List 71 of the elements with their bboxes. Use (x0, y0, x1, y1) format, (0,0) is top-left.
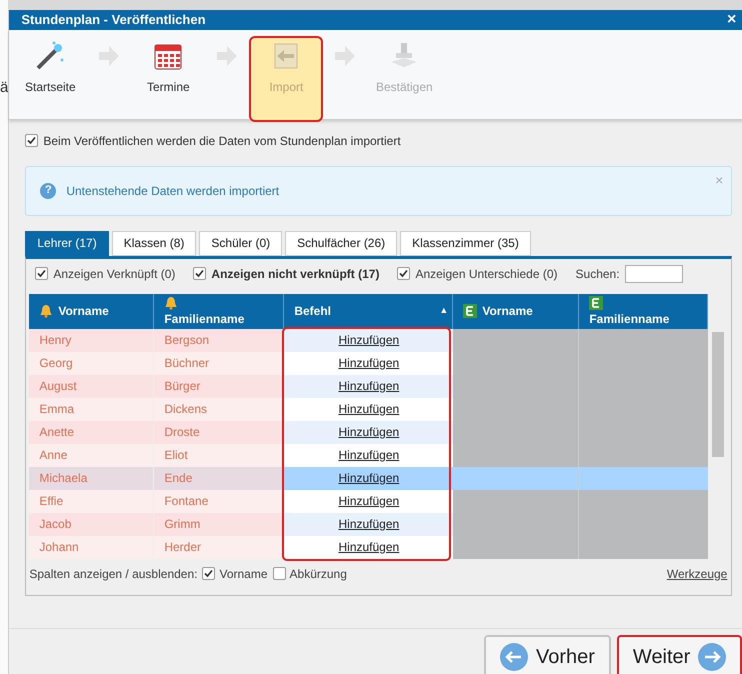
table-cell: Anne (29, 444, 154, 466)
bell-icon (39, 304, 54, 318)
checkbox[interactable] (193, 267, 206, 280)
table-cell: Fontane (154, 490, 284, 512)
table-cell: Effie (29, 490, 154, 512)
table-cell: Herder (154, 536, 284, 558)
table-row[interactable]: Johann Herder Hinzufügen (29, 536, 708, 558)
table-e-icon (589, 296, 604, 310)
table-row[interactable]: Anette Droste Hinzufügen (29, 420, 708, 444)
arrow-right-icon (97, 44, 122, 68)
checkbox[interactable] (397, 267, 410, 280)
table-cell: Grimm (154, 512, 284, 536)
option-label: Abkürzung (290, 566, 347, 582)
tab[interactable]: Klassenzimmer (35) (400, 230, 531, 256)
checkbox[interactable] (35, 267, 48, 280)
table-cell: Dickens (154, 398, 284, 420)
table-row[interactable]: Jacob Grimm Hinzufügen (29, 512, 708, 536)
columns-toggle-label: Spalten anzeigen / ausblenden: (29, 566, 198, 582)
next-button[interactable]: Weiter (616, 634, 742, 674)
search-label: Suchen: (576, 266, 620, 282)
tab[interactable]: Schüler (0) (199, 230, 282, 256)
window-title: Stundenplan - Veröffentlichen (21, 11, 206, 29)
table-cell: August (29, 374, 154, 398)
tab[interactable]: Lehrer (17) (25, 230, 109, 256)
arrow-right-icon (698, 642, 726, 670)
table-cell: Büchner (154, 352, 284, 374)
back-button[interactable]: Vorher (484, 634, 611, 674)
table-row[interactable]: Effie Fontane Hinzufügen (29, 490, 708, 512)
table-cell: Michaela (29, 466, 154, 490)
checkbox[interactable] (25, 134, 38, 147)
arrow-right-icon (215, 44, 240, 68)
table-row[interactable]: August Bürger Hinzufügen (29, 374, 708, 398)
arrow-left-icon (500, 642, 528, 670)
tab[interactable]: Klassen (8) (112, 230, 196, 256)
info-text: Untenstehende Daten werden importiert (66, 182, 280, 200)
sort-up-icon: ▲ (439, 304, 448, 318)
table-cell: Johann (29, 536, 154, 558)
bell-icon (164, 296, 178, 310)
tools-link[interactable]: Werkzeuge (666, 564, 728, 582)
arrow-right-icon (333, 44, 358, 68)
search-field[interactable] (624, 264, 683, 282)
checkbox[interactable] (202, 567, 216, 580)
table-cell: Bürger (154, 374, 284, 398)
magic-wand-icon (34, 40, 66, 72)
filter-label: Anzeigen Unterschiede (0) (415, 266, 558, 282)
checkbox[interactable] (272, 567, 286, 580)
table-row[interactable]: Emma Dickens Hinzufügen (29, 398, 708, 420)
table-cell: Georg (29, 352, 154, 374)
background-text: ä (0, 80, 8, 95)
table-cell: Bergson (154, 328, 284, 352)
filter-label: Anzeigen nicht verknüpft (17) (211, 266, 380, 282)
table-row[interactable]: Michaela Ende Hinzufügen (29, 466, 708, 490)
table-row[interactable]: Anne Eliot Hinzufügen (29, 444, 708, 466)
table-e-icon (463, 304, 478, 318)
help-icon: ? (40, 182, 56, 198)
table-cell: Ende (154, 466, 284, 490)
table-cell: Emma (29, 398, 154, 420)
tab[interactable]: Schulfächer (26) (285, 230, 398, 256)
table-cell: Anette (29, 420, 154, 444)
table-cell: Eliot (154, 444, 284, 466)
table-cell: Jacob (29, 512, 154, 536)
option-label: Vorname (219, 566, 268, 582)
wizard-step[interactable]: Startseite (15, 38, 86, 120)
close-button[interactable]: × (727, 12, 736, 28)
table-cell: Droste (154, 420, 284, 444)
wizard-step[interactable]: Termine (133, 38, 204, 120)
table-row[interactable]: Georg Büchner Hinzufügen (29, 352, 708, 374)
table-row[interactable]: Henry Bergson Hinzufügen (29, 328, 708, 352)
option-label: Beim Veröffentlichen werden die Daten vom Stundenplan importiert (43, 132, 401, 150)
table-cell: Henry (29, 328, 154, 352)
filter-label: Anzeigen Verknüpft (0) (53, 266, 176, 282)
